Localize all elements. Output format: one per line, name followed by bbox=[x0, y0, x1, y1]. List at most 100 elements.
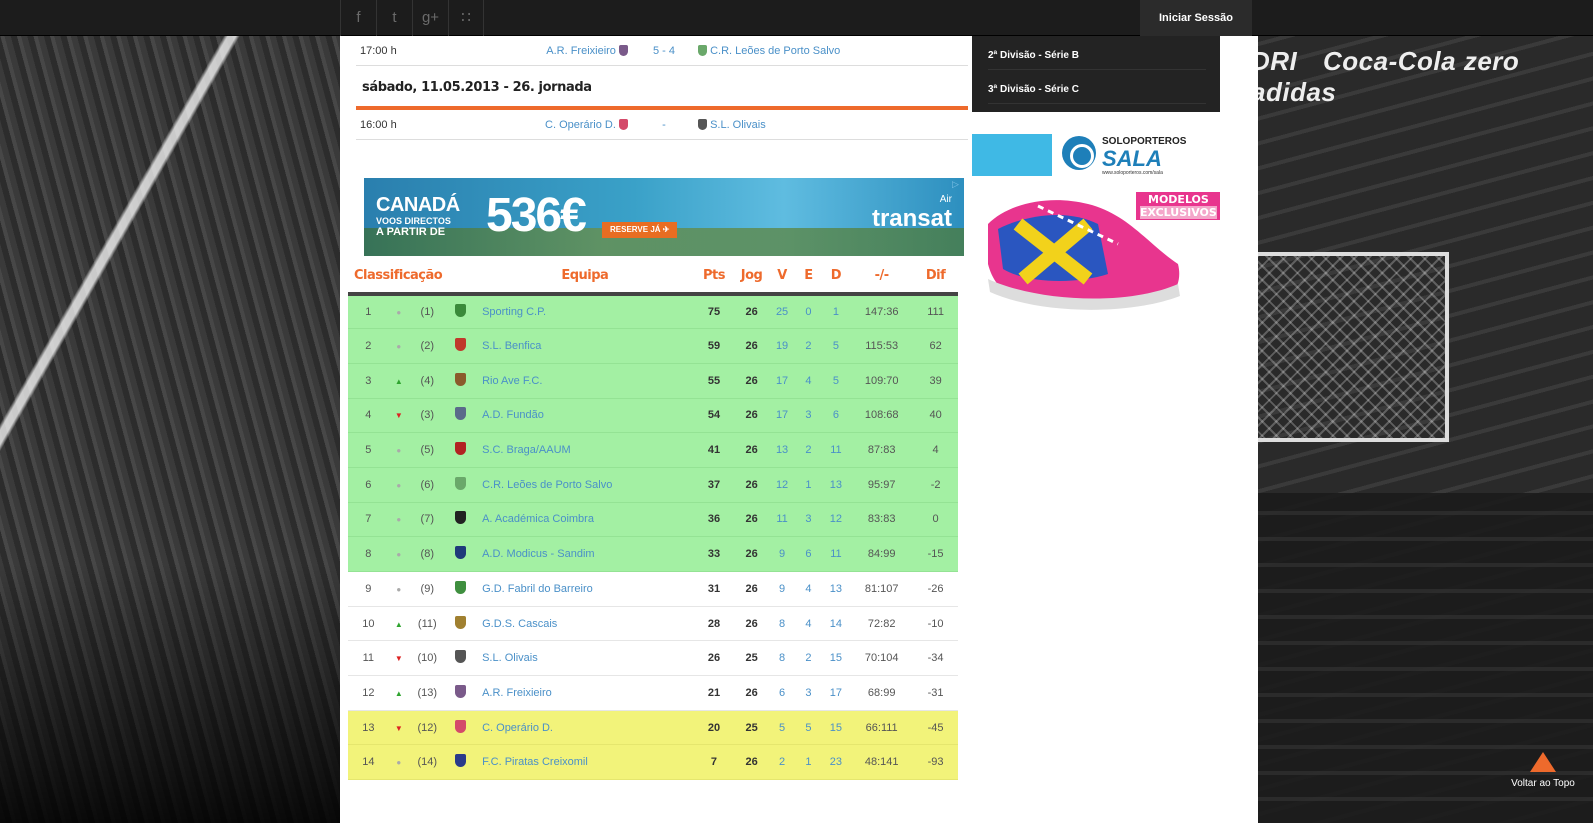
points-cell: 41 bbox=[693, 432, 735, 468]
movement-icon: ● bbox=[388, 294, 409, 330]
position-cell: 7 bbox=[348, 502, 389, 538]
match-away-team[interactable]: S.L. Olivais bbox=[698, 110, 766, 140]
points-cell: 33 bbox=[693, 536, 735, 572]
table-row[interactable]: 1 ● (1) Sporting C.P. 75 26 25 0 1 147:36 111 bbox=[348, 294, 958, 330]
team-name-link[interactable]: A. Académica Coimbra bbox=[476, 502, 694, 538]
google-plus-icon[interactable]: g+ bbox=[412, 0, 448, 36]
facebook-icon[interactable]: f bbox=[340, 0, 376, 36]
airline-ad-banner[interactable]: CANADÁ VOOS DIRECTOS A PARTIR DE 536€ RE… bbox=[364, 178, 964, 256]
match-away-team[interactable]: C.R. Leões de Porto Salvo bbox=[698, 36, 840, 66]
table-row[interactable]: 5 ● (5) S.C. Braga/AAUM 41 26 13 2 11 87:83 4 bbox=[348, 432, 958, 468]
draws-cell: 2 bbox=[795, 328, 822, 364]
team-name-link[interactable]: A.D. Modicus - Sandim bbox=[476, 536, 694, 572]
points-cell: 55 bbox=[693, 363, 735, 399]
team-name-link[interactable]: G.D. Fabril do Barreiro bbox=[476, 571, 694, 607]
match-score[interactable]: 5 - 4 bbox=[634, 36, 694, 66]
goal-difference-cell: 4 bbox=[913, 432, 958, 468]
table-row[interactable]: 9 ● (9) G.D. Fabril do Barreiro 31 26 9 4 13 81:1… bbox=[348, 571, 958, 607]
twitter-icon[interactable]: t bbox=[376, 0, 412, 36]
goal-difference-cell: 40 bbox=[913, 398, 958, 434]
table-row[interactable]: 14 ● (14) F.C. Piratas Creixomil 7 26 2 1 23 48:1… bbox=[348, 744, 958, 781]
table-row[interactable]: 7 ● (7) A. Académica Coimbra 36 26 11 3 12 83:83 0 bbox=[348, 502, 958, 538]
games-cell: 26 bbox=[734, 432, 769, 468]
team-name-link[interactable]: S.C. Braga/AAUM bbox=[476, 432, 694, 468]
movement-icon: ● bbox=[388, 467, 409, 503]
match-home-team[interactable]: A.R. Freixieiro bbox=[546, 36, 628, 66]
team-name-link[interactable]: A.R. Freixieiro bbox=[476, 675, 694, 711]
team-crest-icon bbox=[445, 432, 477, 468]
position-cell: 8 bbox=[348, 536, 389, 572]
goals-cell: 108:68 bbox=[850, 398, 914, 434]
points-cell: 31 bbox=[693, 571, 735, 607]
goals-cell: 87:83 bbox=[850, 432, 914, 468]
team-name-link[interactable]: A.D. Fundão bbox=[476, 398, 694, 434]
background-ad-word: Coca-Cola zero bbox=[1323, 46, 1520, 76]
team-crest-icon bbox=[445, 606, 477, 642]
team-crest-icon bbox=[445, 502, 477, 538]
wins-cell: 11 bbox=[768, 502, 796, 538]
team-name-link[interactable]: S.L. Olivais bbox=[476, 640, 694, 677]
back-to-top-button[interactable]: Voltar ao Topo bbox=[1498, 748, 1588, 808]
match-score[interactable]: - bbox=[634, 110, 694, 140]
team-name-link[interactable]: F.C. Piratas Creixomil bbox=[476, 744, 694, 781]
team-name-link[interactable]: Sporting C.P. bbox=[476, 294, 694, 330]
draws-cell: 1 bbox=[795, 744, 822, 781]
losses-cell: 5 bbox=[821, 328, 851, 364]
match-row[interactable]: 17:00 h A.R. Freixieiro 5 - 4 C.R. Leões… bbox=[356, 36, 968, 66]
table-row[interactable]: 8 ● (8) A.D. Modicus - Sandim 33 26 9 6 11 84:99-… bbox=[348, 536, 958, 572]
table-row[interactable]: 3 ▲ (4) Rio Ave F.C. 55 26 17 4 5 109:70 39 bbox=[348, 363, 958, 399]
table-row[interactable]: 2 ● (2) S.L. Benfica 59 26 19 2 5 115:53 62 bbox=[348, 328, 958, 364]
team-name-link[interactable]: Rio Ave F.C. bbox=[476, 363, 694, 399]
crest-icon bbox=[455, 754, 467, 768]
position-cell: 10 bbox=[348, 606, 389, 642]
games-cell: 26 bbox=[734, 744, 769, 781]
dot-icon: ● bbox=[396, 584, 402, 594]
match-home-team[interactable]: C. Operário D. bbox=[545, 110, 628, 140]
header-jog: Jog bbox=[734, 258, 769, 296]
header-d: D bbox=[821, 258, 851, 296]
sidebar-item-2div-serie-b[interactable]: 2ª Divisão - Série B bbox=[988, 42, 1206, 70]
ad-reserve-button[interactable]: RESERVE JÁ ✈ bbox=[602, 222, 678, 238]
rss-icon[interactable]: ∷ bbox=[448, 0, 484, 36]
header-goals: -/- bbox=[850, 258, 914, 296]
table-row[interactable]: 4 ▼ (3) A.D. Fundão 54 26 17 3 6 108:68 40 bbox=[348, 398, 958, 434]
movement-icon: ▲ bbox=[388, 606, 409, 642]
ad-brand-name: transat bbox=[871, 205, 952, 232]
login-button[interactable]: Iniciar Sessão bbox=[1140, 0, 1252, 36]
goal-difference-cell: -10 bbox=[913, 606, 958, 642]
table-row[interactable]: 11 ▼ (10) S.L. Olivais 26 25 8 2 15 70:104 -34 bbox=[348, 640, 958, 677]
back-to-top-label: Voltar ao Topo bbox=[1511, 778, 1575, 789]
table-row[interactable]: 10 ▲ (11) G.D.S. Cascais 28 26 8 4 14 72:82 -10 bbox=[348, 606, 958, 642]
arrow-up-icon bbox=[1530, 752, 1556, 772]
table-row[interactable]: 13 ▼ (12) C. Operário D. 20 25 5 5 15 66:111 -45 bbox=[348, 710, 958, 746]
goals-cell: 109:70 bbox=[850, 363, 914, 399]
arrow-down-icon: ▼ bbox=[394, 654, 403, 664]
previous-position-cell: (4) bbox=[408, 363, 446, 399]
draws-cell: 1 bbox=[795, 467, 822, 503]
match-row[interactable]: 16:00 h C. Operário D. - S.L. Olivais bbox=[356, 110, 968, 140]
team-name-link[interactable]: C. Operário D. bbox=[476, 710, 694, 746]
goals-cell: 84:99 bbox=[850, 536, 914, 572]
previous-position-cell: (12) bbox=[408, 710, 446, 746]
team-name-link[interactable]: S.L. Benfica bbox=[476, 328, 694, 364]
sidebar-item-3div-serie-c[interactable]: 3ª Divisão - Série C bbox=[988, 76, 1206, 104]
team-name-link[interactable]: C.R. Leões de Porto Salvo bbox=[476, 467, 694, 503]
draws-cell: 5 bbox=[795, 710, 822, 746]
ad-tag-line2: EXCLUSIVOS bbox=[1140, 206, 1217, 219]
away-crest-icon bbox=[698, 119, 707, 130]
top-bar: f t g+ ∷ Iniciar Sessão bbox=[0, 0, 1593, 36]
header-equipa: Equipa bbox=[476, 258, 694, 296]
goal-difference-cell: 39 bbox=[913, 363, 958, 399]
previous-position-cell: (14) bbox=[408, 744, 446, 781]
table-row[interactable]: 6 ● (6) C.R. Leões de Porto Salvo 37 26 12 1 13 9… bbox=[348, 467, 958, 503]
team-crest-icon bbox=[445, 675, 477, 711]
team-name-link[interactable]: G.D.S. Cascais bbox=[476, 606, 694, 642]
points-cell: 7 bbox=[693, 744, 735, 781]
wins-cell: 9 bbox=[768, 571, 796, 607]
ad-info-icon[interactable]: ▷ bbox=[952, 179, 962, 189]
table-row[interactable]: 12 ▲ (13) A.R. Freixieiro 21 26 6 3 17 68:99 -31 bbox=[348, 675, 958, 711]
soloporteros-ad[interactable]: SOLOPORTEROS SALA www.soloporteros.com/s… bbox=[972, 134, 1220, 324]
team-crest-icon bbox=[445, 744, 477, 781]
games-cell: 26 bbox=[734, 675, 769, 711]
goal-difference-cell: 62 bbox=[913, 328, 958, 364]
